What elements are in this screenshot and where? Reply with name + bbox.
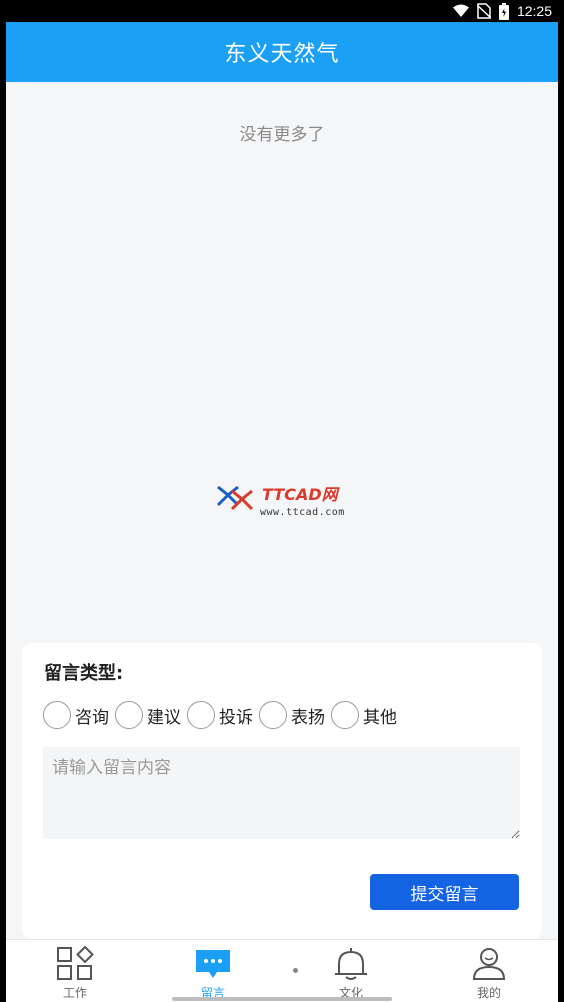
submit-message-button[interactable]: 提交留言 (370, 874, 519, 910)
message-list[interactable]: 没有更多了 TTCAD网 www.ttcad.com (6, 82, 558, 642)
status-time: 12:25 (516, 3, 552, 19)
no-sim-icon (476, 3, 491, 19)
decorative-dot (293, 968, 298, 973)
type-label: 投诉 (219, 707, 253, 728)
type-option-suggest[interactable]: 建议 (115, 701, 181, 729)
radio-circle[interactable] (331, 701, 359, 729)
app-frame: 12:25 东义天然气 没有更多了 TTCAD网 www.ttcad.com 留… (6, 0, 558, 1002)
radio-circle[interactable] (43, 701, 71, 729)
message-type-options: 咨询 建议 投诉 表扬 其他 (43, 701, 403, 729)
type-label: 表扬 (291, 707, 325, 728)
home-indicator[interactable] (172, 997, 392, 1001)
type-option-consult[interactable]: 咨询 (43, 701, 109, 729)
tab-culture[interactable]: 文化 (311, 946, 391, 1002)
grid-icon (57, 946, 94, 980)
battery-icon (498, 2, 509, 20)
message-input[interactable] (43, 747, 520, 839)
type-label: 咨询 (75, 707, 109, 728)
type-option-praise[interactable]: 表扬 (259, 701, 325, 729)
message-type-title: 留言类型: (44, 663, 124, 684)
svg-text:TTCAD网: TTCAD网 (262, 485, 341, 504)
chat-bubble-icon (196, 950, 230, 978)
bell-icon (335, 948, 367, 980)
type-label: 其他 (363, 707, 397, 728)
wifi-icon (452, 4, 469, 17)
watermark: TTCAD网 www.ttcad.com (212, 483, 362, 523)
message-form-card: 留言类型: 咨询 建议 投诉 表扬 其他 提交留言 (22, 643, 542, 939)
radio-circle[interactable] (187, 701, 215, 729)
radio-circle[interactable] (259, 701, 287, 729)
type-label: 建议 (147, 707, 181, 728)
type-option-other[interactable]: 其他 (331, 701, 397, 729)
app-header: 东义天然气 (6, 22, 558, 82)
bottom-tab-bar: 工作 留言 文化 我的 (6, 939, 558, 1002)
tab-profile[interactable]: 我的 (449, 946, 529, 1002)
user-icon (472, 948, 506, 980)
watermark-url: www.ttcad.com (260, 507, 345, 518)
tab-messages[interactable]: 留言 (173, 946, 253, 1002)
page-title: 东义天然气 (224, 42, 340, 67)
radio-circle[interactable] (115, 701, 143, 729)
tab-label: 我的 (476, 986, 501, 1000)
type-option-complaint[interactable]: 投诉 (187, 701, 253, 729)
status-bar: 12:25 (6, 0, 558, 22)
no-more-text: 没有更多了 (239, 125, 325, 145)
tab-label: 工作 (62, 986, 87, 1000)
tab-work[interactable]: 工作 (35, 946, 115, 1002)
